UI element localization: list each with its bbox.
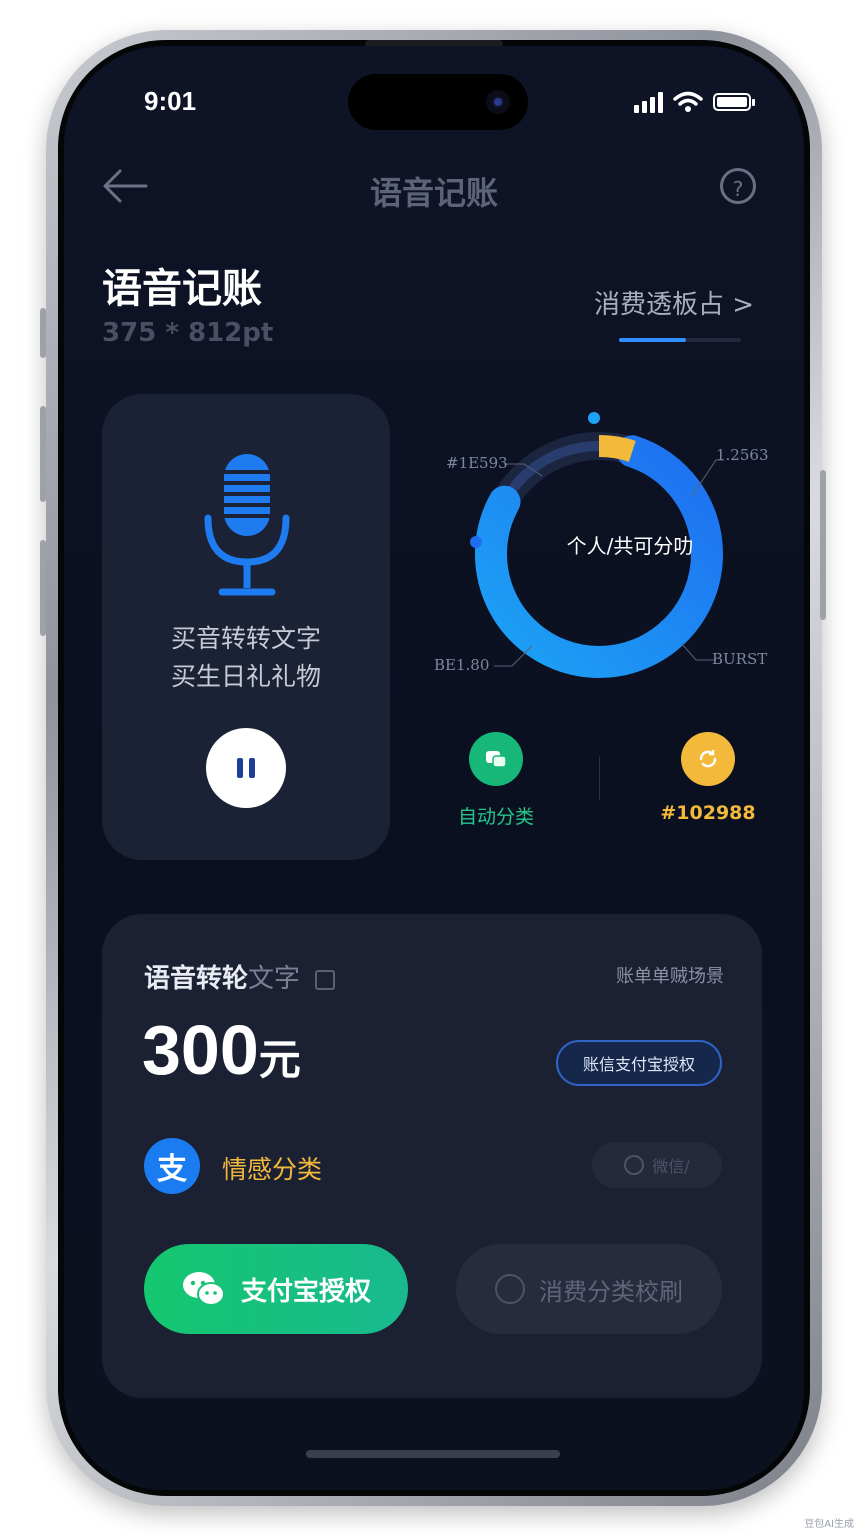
copy-icon[interactable] (315, 969, 336, 990)
amount-number: 300 (142, 1011, 259, 1089)
auto-classify-feature: 自动分类 (426, 732, 566, 829)
alipay-auth-label: 支付宝授权 (240, 1276, 371, 1307)
record-title-faded: 文字 (248, 964, 301, 994)
record-card: 语音转轮文字 账单单贼场景 300元 账信支付宝授权 支 情感分类 微信/ 支付… (102, 914, 762, 1398)
alipay-auth-button[interactable]: 支付宝授权 (144, 1244, 408, 1334)
voice-text-line-1: 买音转转文字 (170, 624, 321, 653)
voice-input-card: 买音转转文字 买生日礼礼物 (102, 394, 390, 860)
app-screen: 9:01 语音记账 ? 语音记账 375 * 812pt 消费透板占 > 买音转… (64, 46, 804, 1490)
record-title: 语音转轮文字 (144, 958, 336, 995)
pause-button[interactable] (206, 728, 286, 808)
watermark: 豆包AI生成 (804, 1519, 854, 1530)
donut-center-label: 个人/共可分叻 (566, 534, 694, 558)
donut-label-1: #1E593 (446, 454, 508, 472)
page-title: 语音记账 (102, 266, 262, 312)
sync-button[interactable] (681, 732, 735, 786)
nav-title: 语音记账 (369, 174, 498, 212)
pause-icon (237, 758, 243, 778)
donut-dot-left (470, 536, 482, 548)
code-feature: #102988 (638, 732, 778, 824)
feature-divider (599, 756, 600, 800)
report-link[interactable]: 消费透板占 > (594, 284, 754, 321)
donut-label-4: BURST (712, 650, 768, 668)
sync-icon (699, 750, 717, 768)
page-subtitle: 375 * 812pt (102, 318, 274, 348)
record-title-bold: 语音转轮 (144, 964, 249, 994)
status-icons (634, 90, 755, 114)
report-progress-fill (619, 338, 687, 342)
power-button (820, 470, 826, 620)
auto-classify-label: 自动分类 (457, 806, 534, 828)
wechat-small-icon (624, 1155, 645, 1175)
pause-icon-bar (249, 758, 255, 778)
wifi-icon (673, 91, 703, 112)
help-button[interactable]: ? (720, 168, 756, 204)
calibrate-icon (495, 1274, 525, 1304)
code-label: #102988 (660, 802, 756, 824)
wechat-icon (182, 1272, 225, 1306)
wechat-pill[interactable]: 微信/ (592, 1142, 722, 1188)
donut-label-2: 1.2563 (716, 446, 769, 464)
category-label: 情感分类 (222, 1155, 323, 1184)
voice-text-line-2: 买生日礼礼物 (170, 662, 321, 691)
donut-label-3: BE1.80 (434, 656, 490, 674)
home-indicator (306, 1450, 560, 1458)
donut-dot-top (588, 412, 600, 424)
status-time: 9:01 (144, 86, 197, 116)
help-icon: ? (732, 177, 744, 201)
action-button (40, 308, 46, 358)
microphone-icon (204, 454, 290, 596)
auto-classify-button[interactable] (469, 732, 523, 786)
camera-icon (486, 90, 510, 114)
wechat-pill-label: 微信/ (652, 1157, 690, 1176)
auth-pill[interactable]: 账信支付宝授权 (556, 1040, 722, 1086)
scene-label: 账单单贼场景 (616, 966, 724, 987)
alipay-icon: 支 (144, 1138, 200, 1194)
signal-icon (634, 91, 663, 113)
battery-icon (713, 93, 755, 111)
volume-down-button (40, 540, 46, 636)
category-donut-chart: #1E593 1.2563 BE1.80 BURST 个人/共可分叻 (424, 404, 784, 744)
amount-value: 300元 (142, 1010, 301, 1090)
calibrate-label: 消费分类校刷 (539, 1277, 683, 1306)
amount-unit: 元 (258, 1035, 301, 1084)
volume-up-button (40, 406, 46, 502)
chat-icon (486, 751, 507, 768)
calibrate-button[interactable]: 消费分类校刷 (456, 1244, 722, 1334)
dynamic-island (348, 74, 528, 130)
